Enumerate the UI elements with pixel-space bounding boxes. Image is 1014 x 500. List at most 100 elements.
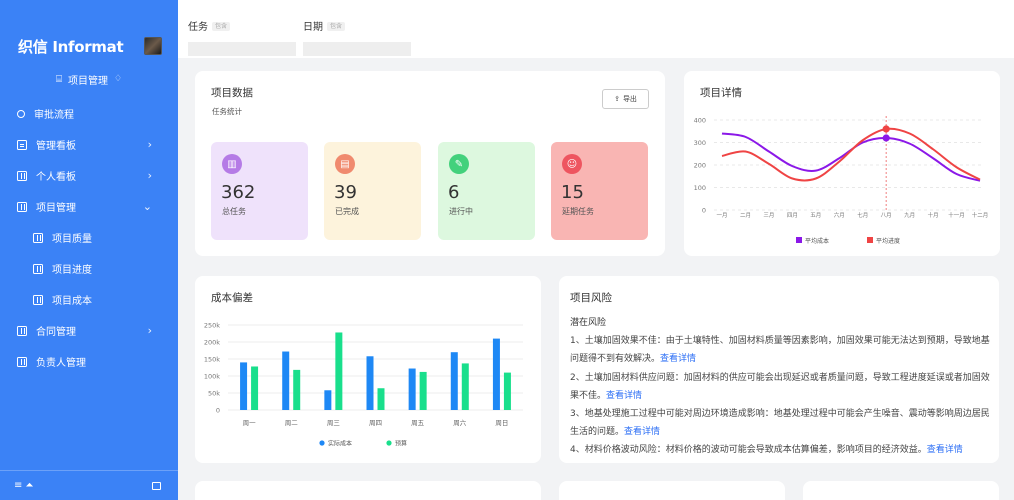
stat-icon: ☺ <box>562 154 582 174</box>
view-details-link[interactable]: 查看详情 <box>660 354 696 364</box>
stat-label: 进行中 <box>449 207 473 216</box>
view-details-link[interactable]: 查看详情 <box>927 445 963 455</box>
sidebar-nav: 审批流程 管理看板 › 个人看板 › 项目管理 ⌄ 项目质量 项目进度 项目成本 合同管理 › 负责人管… <box>0 98 178 377</box>
sidebar-item[interactable]: 项目进度 <box>0 253 178 284</box>
sidebar-item[interactable]: 项目成本 <box>0 284 178 315</box>
risk-item: 4、材料价格波动风险：材料价格的波动可能会导致成本估算偏差，影响项目的经济效益。… <box>570 441 993 459</box>
stat-label: 总任务 <box>222 207 246 216</box>
y-tick-label: 100k <box>204 373 220 381</box>
sidebar-item-label: 项目管理 <box>36 203 76 214</box>
grid-icon <box>17 325 27 336</box>
y-tick-label: 400 <box>694 117 706 125</box>
legend-swatch <box>867 237 873 243</box>
sidebar-item[interactable]: 个人看板 › <box>0 160 178 191</box>
project-data-card: 项目数据 任务统计 ⇪ 导出 ▥ 362 总任务 ▤ 39 已完成 ✎ 6 进行中 ☺ 15 延期任务 <box>195 71 665 256</box>
stat-value: 39 <box>334 182 357 203</box>
sidebar-item[interactable]: 项目质量 <box>0 222 178 253</box>
stat-icon: ▥ <box>222 154 242 174</box>
x-tick-label: 七月 <box>857 211 868 219</box>
sidebar-item[interactable]: 审批流程 <box>0 98 178 129</box>
y-tick-label: 200 <box>694 162 706 170</box>
bar[interactable] <box>503 372 511 410</box>
x-tick-label: 周二 <box>285 419 299 427</box>
legend-swatch <box>319 440 325 446</box>
bar[interactable] <box>377 388 385 410</box>
project-detail-card: 项目详情 0 100 200 300 400 一月 二月 三月 四月 五月 六月 七月 八月 九月 十月 十一… <box>684 71 1000 256</box>
risk-list: 潜在风险 1、土壤加固效果不佳：由于土壤特性、加固材料质量等因素影响，加固效果可… <box>570 314 993 460</box>
x-tick-label: 二月 <box>740 212 751 219</box>
bar-chart: 0 50k 100k 150k 200k 250k 周一 周二 周三 周四 周五 周六 周日实际成本 预算 <box>204 322 523 448</box>
stat-tile[interactable]: ▤ 39 已完成 <box>324 142 421 240</box>
sidebar-item[interactable]: 项目管理 ⌄ <box>0 191 178 222</box>
grid-icon <box>17 201 27 212</box>
x-tick-label: 周一 <box>243 419 257 427</box>
stat-tile[interactable]: ☺ 15 延期任务 <box>551 142 648 240</box>
task-filter-input[interactable] <box>188 42 296 56</box>
card-title: 项目风险 <box>570 292 612 304</box>
risk-item: 2、土壤加固材料供应问题：加固材料的供应可能会出现延迟或者质量问题，导致工程进度… <box>570 369 993 405</box>
stat-tile[interactable]: ✎ 6 进行中 <box>438 142 535 240</box>
date-filter-input[interactable] <box>303 42 411 56</box>
sidebar-item-label: 审批流程 <box>34 110 74 121</box>
cost-deviation-card: 成本偏差 0 50k 100k 150k 200k 250k 周一 周二 周三 周四 周五 周六 周日实… <box>195 276 541 463</box>
data-point[interactable] <box>882 134 890 142</box>
grid-icon <box>33 232 43 243</box>
bottom-card-3 <box>803 481 999 500</box>
filter-mode-tag: 包含 <box>212 22 231 31</box>
bar[interactable] <box>282 351 290 410</box>
x-tick-label: 周四 <box>369 419 382 427</box>
filter-bar: 任务 包含 日期 包含 <box>178 0 1014 58</box>
sidebar: 织信 Informat ⌸ 项目管理 ♢ 审批流程 管理看板 › 个人看板 › 项目管理 ⌄… <box>0 0 178 500</box>
view-details-link[interactable]: 查看详情 <box>606 391 642 401</box>
bar[interactable] <box>324 390 332 410</box>
panel-toggle-icon[interactable] <box>152 481 161 490</box>
sidebar-item-label: 项目质量 <box>52 234 92 245</box>
collapse-icon[interactable]: ≡ ⏶ <box>14 480 34 491</box>
bar[interactable] <box>240 362 248 410</box>
chevron-right-icon: › <box>147 138 152 151</box>
risk-heading: 潜在风险 <box>570 318 607 328</box>
chevron-right-icon: › <box>147 324 152 337</box>
export-button[interactable]: ⇪ 导出 <box>602 89 649 109</box>
project-risk-card: 项目风险 潜在风险 1、土壤加固效果不佳：由于土壤特性、加固材料质量等因素影响，… <box>559 276 999 463</box>
bar[interactable] <box>419 371 427 410</box>
stat-tile[interactable]: ▥ 362 总任务 <box>211 142 308 240</box>
bell-icon[interactable]: ♢ <box>114 74 122 84</box>
series-line <box>721 132 981 182</box>
bar[interactable] <box>492 338 500 410</box>
bar[interactable] <box>461 363 469 410</box>
project-switcher[interactable]: ⌸ 项目管理 ♢ <box>0 70 178 88</box>
view-details-link[interactable]: 查看详情 <box>624 427 660 437</box>
y-tick-label: 0 <box>702 207 706 215</box>
stat-value: 362 <box>221 182 256 203</box>
bar[interactable] <box>408 368 416 410</box>
export-icon: ⇪ <box>614 95 620 103</box>
sidebar-item[interactable]: 管理看板 › <box>0 129 178 160</box>
sidebar-item-label: 个人看板 <box>36 172 76 183</box>
y-tick-label: 50k <box>208 390 220 398</box>
sidebar-item-label: 管理看板 <box>36 141 76 152</box>
y-tick-label: 250k <box>204 322 220 330</box>
sidebar-item[interactable]: 负责人管理 <box>0 346 178 377</box>
bar[interactable] <box>450 352 458 410</box>
sidebar-item[interactable]: 合同管理 › <box>0 315 178 346</box>
legend-swatch <box>386 440 392 446</box>
grid-icon <box>33 294 43 305</box>
bar[interactable] <box>251 366 259 410</box>
x-tick-label: 九月 <box>904 211 915 219</box>
app-logo: 织信 Informat <box>18 37 124 56</box>
x-tick-label: 十二月 <box>972 211 989 219</box>
bar[interactable] <box>293 369 301 410</box>
bar[interactable] <box>366 356 374 410</box>
x-tick-label: 周六 <box>453 418 467 427</box>
data-point[interactable] <box>882 125 890 133</box>
filter-date: 日期 包含 <box>303 15 411 56</box>
project-heading: 项目管理 <box>67 75 108 87</box>
x-tick-label: 十月 <box>928 211 939 219</box>
x-tick-label: 五月 <box>810 212 821 219</box>
x-tick-label: 八月 <box>881 212 892 219</box>
y-tick-label: 200k <box>204 339 220 347</box>
export-label: 导出 <box>622 95 637 103</box>
bar[interactable] <box>335 332 343 410</box>
avatar[interactable] <box>144 37 162 55</box>
